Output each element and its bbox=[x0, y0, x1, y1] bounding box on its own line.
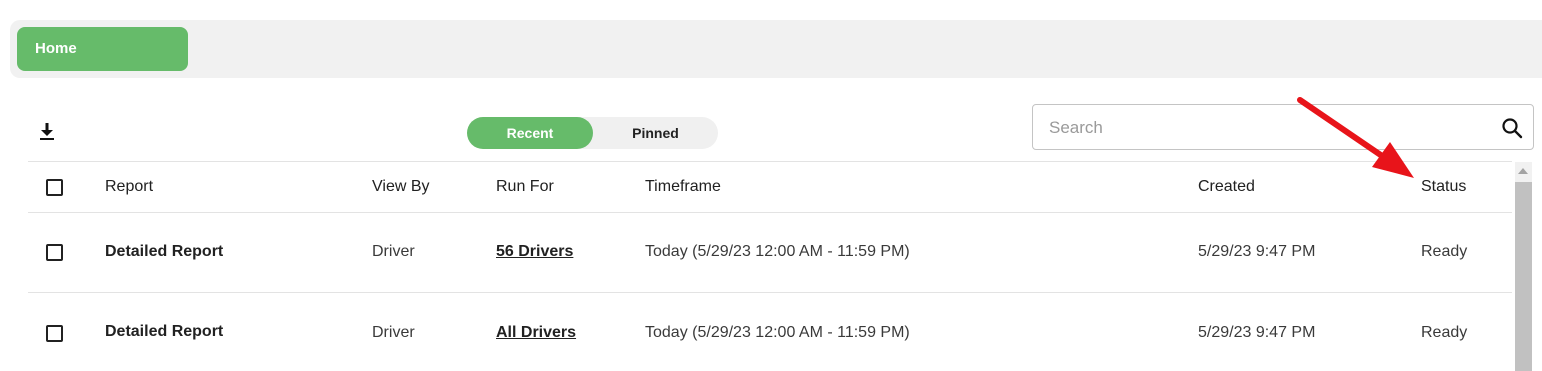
scrollbar-thumb[interactable] bbox=[1515, 182, 1532, 371]
header-divider bbox=[28, 212, 1512, 213]
download-icon[interactable] bbox=[38, 122, 56, 142]
report-name[interactable]: Detailed Report bbox=[105, 243, 223, 261]
header-timeframe[interactable]: Timeframe bbox=[645, 178, 721, 196]
search-input[interactable] bbox=[1047, 105, 1491, 151]
search-icon[interactable] bbox=[1501, 117, 1523, 139]
row-checkbox[interactable] bbox=[46, 244, 63, 261]
header-created[interactable]: Created bbox=[1198, 178, 1255, 196]
annotation-arrow-icon bbox=[1297, 97, 1414, 178]
report-name[interactable]: Detailed Report bbox=[105, 323, 223, 341]
run-for-link[interactable]: All Drivers bbox=[496, 324, 576, 342]
status-text: Ready bbox=[1421, 324, 1468, 341]
top-nav-bar bbox=[10, 20, 1542, 78]
header-run-for[interactable]: Run For bbox=[496, 178, 554, 196]
select-all-checkbox[interactable] bbox=[46, 179, 63, 196]
header-view-by[interactable]: View By bbox=[372, 178, 430, 196]
tab-pinned[interactable]: Pinned bbox=[577, 117, 718, 149]
created-time: 5/29/23 9:47 PM bbox=[1198, 324, 1316, 341]
view-by: Driver bbox=[372, 324, 415, 341]
status-text: Ready bbox=[1421, 243, 1468, 260]
timeframe: Today (5/29/23 12:00 AM - 11:59 PM) bbox=[645, 324, 910, 341]
header-report[interactable]: Report bbox=[105, 178, 153, 196]
scroll-up-arrow-icon[interactable] bbox=[1518, 168, 1528, 174]
row-divider bbox=[28, 292, 1512, 293]
home-button[interactable]: Home bbox=[17, 27, 188, 71]
created-time: 5/29/23 9:47 PM bbox=[1198, 243, 1316, 260]
run-for-link[interactable]: 56 Drivers bbox=[496, 243, 573, 261]
search-box bbox=[1032, 104, 1534, 151]
view-by: Driver bbox=[372, 243, 415, 260]
timeframe: Today (5/29/23 12:00 AM - 11:59 PM) bbox=[645, 243, 910, 260]
tab-recent[interactable]: Recent bbox=[467, 117, 593, 149]
row-checkbox[interactable] bbox=[46, 325, 63, 342]
header-status[interactable]: Status bbox=[1421, 178, 1466, 196]
